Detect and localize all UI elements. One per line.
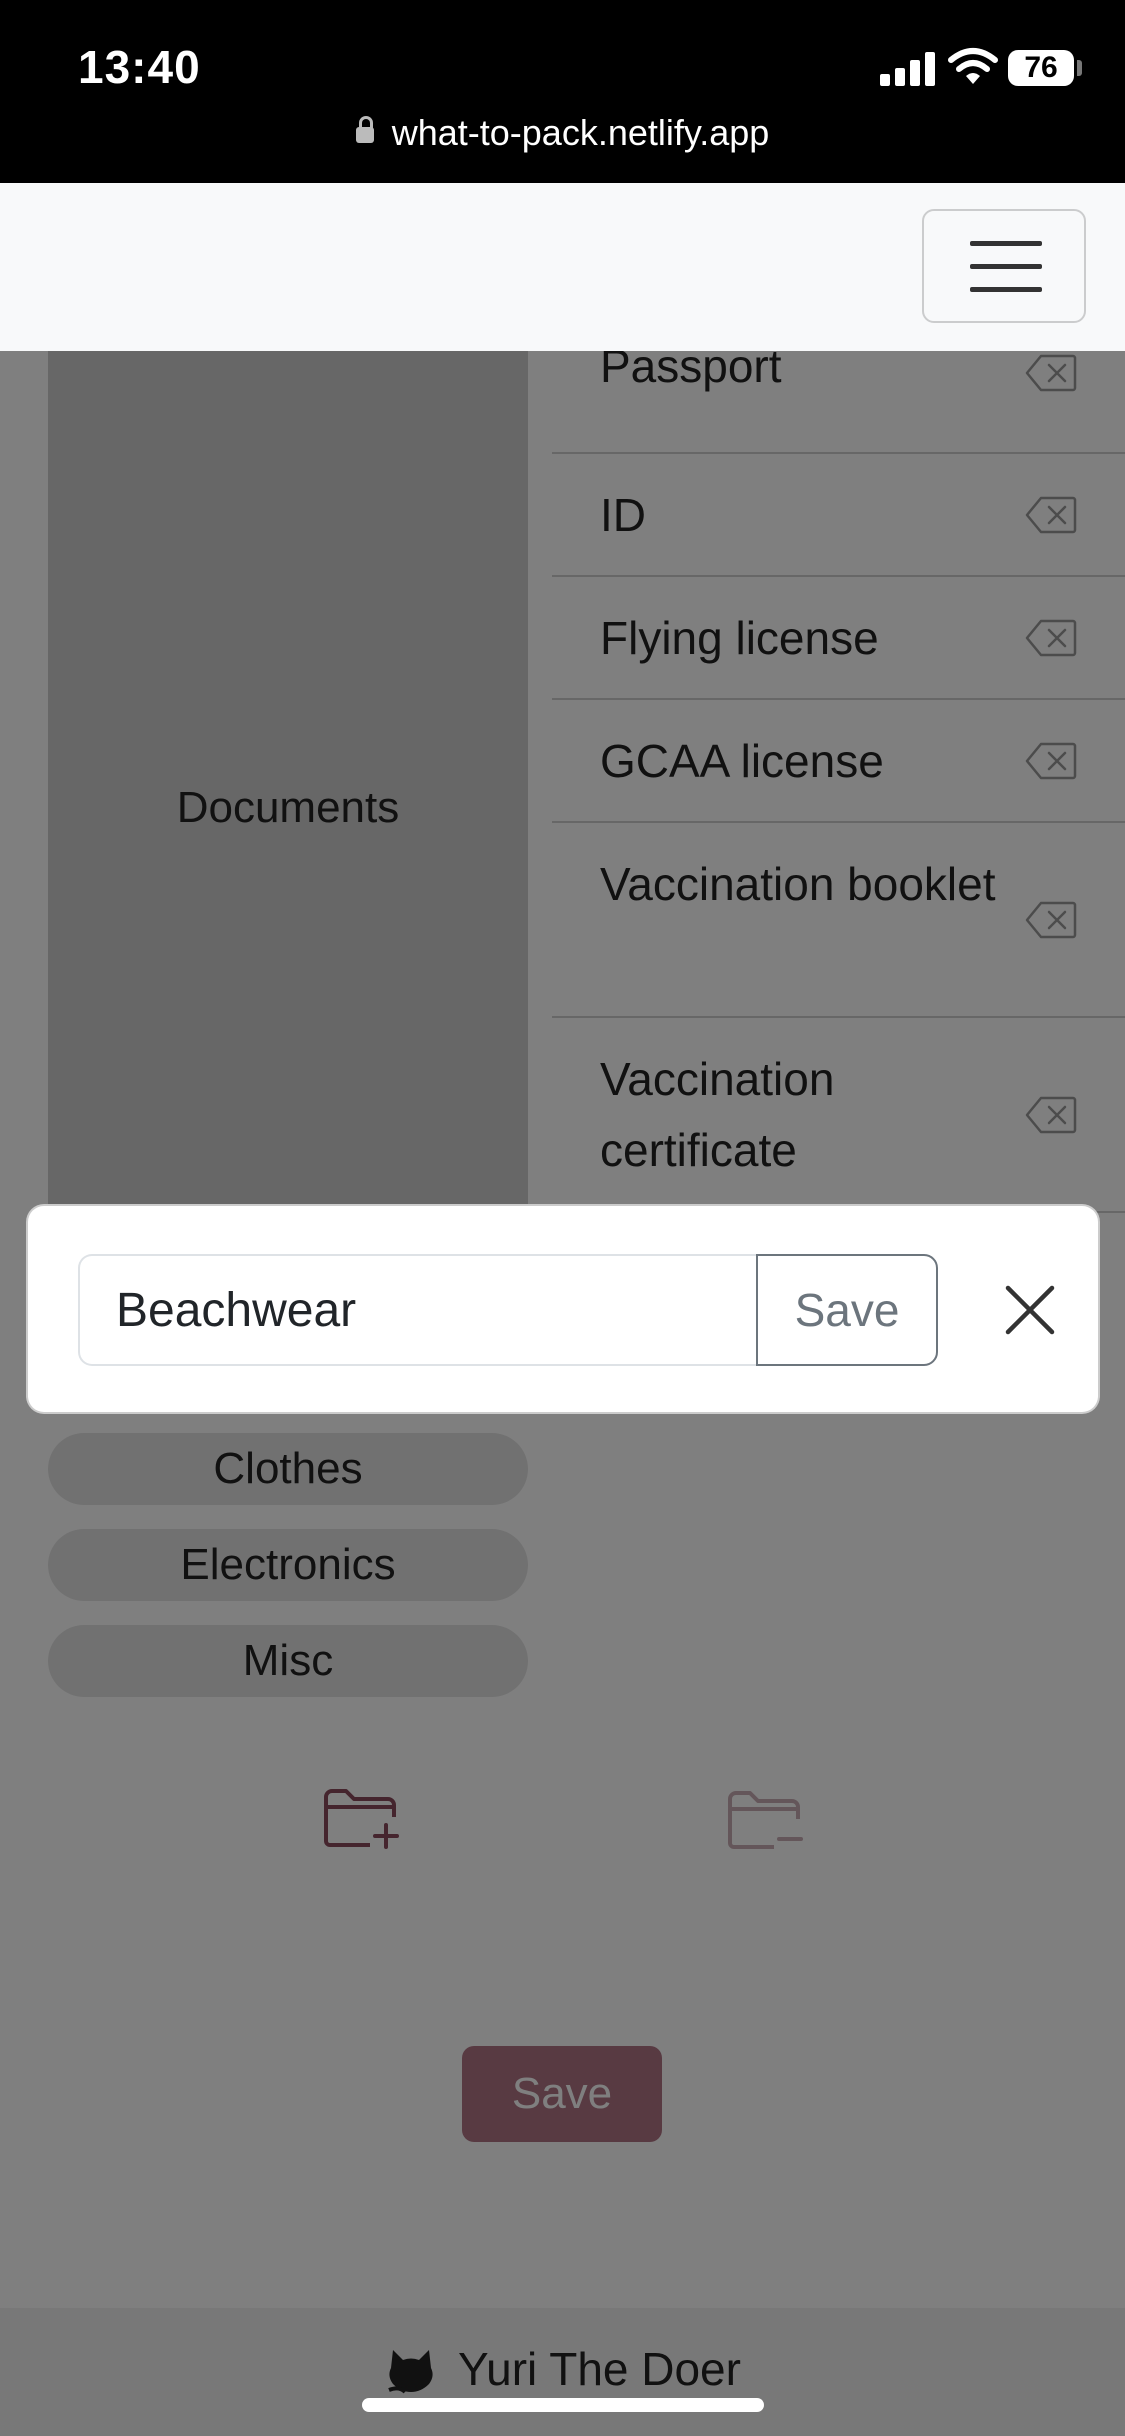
lock-icon bbox=[355, 116, 374, 143]
navbar bbox=[0, 183, 1125, 351]
cellular-signal-icon bbox=[880, 52, 936, 86]
wifi-icon bbox=[948, 48, 998, 84]
modal-save-button[interactable]: Save bbox=[756, 1254, 938, 1366]
battery-icon: 76 bbox=[1008, 50, 1074, 86]
status-bar: 13:40 76 what-to-pack.netlify.app bbox=[0, 0, 1125, 183]
category-name-input[interactable] bbox=[78, 1254, 758, 1366]
menu-toggle-button[interactable] bbox=[922, 209, 1086, 323]
address-bar[interactable]: what-to-pack.netlify.app bbox=[0, 112, 1125, 154]
home-indicator bbox=[362, 2398, 764, 2412]
close-icon[interactable] bbox=[1004, 1284, 1056, 1336]
add-category-modal: Save bbox=[26, 1204, 1100, 1414]
clock: 13:40 bbox=[78, 41, 201, 93]
url-text: what-to-pack.netlify.app bbox=[391, 112, 770, 153]
